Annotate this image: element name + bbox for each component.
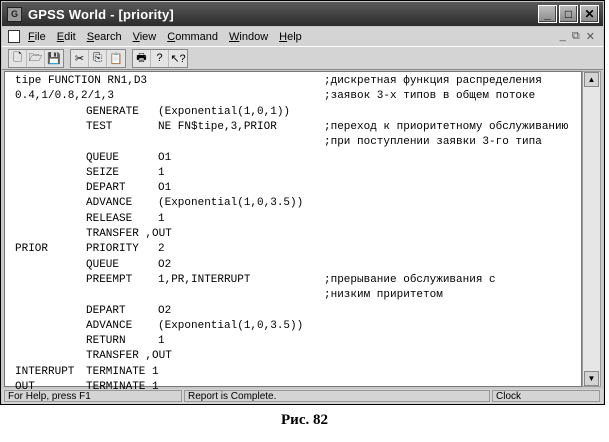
code-operands: NE FN$tipe,3,PRIOR	[158, 120, 277, 133]
document-icon[interactable]	[8, 30, 20, 43]
code-operands: O2	[158, 304, 172, 317]
code-operands: (Exponential(1,0,1))	[158, 105, 291, 118]
menu-bar: File Edit Search View Command Window Hel…	[2, 27, 603, 46]
status-report: Report is Complete.	[184, 390, 490, 402]
code-block: ADVANCE	[86, 319, 133, 332]
new-file-icon[interactable]: 🗋	[9, 49, 27, 67]
doc-restore-button[interactable]: ⧉	[572, 30, 580, 43]
help-icon[interactable]: ?	[151, 49, 169, 67]
gpss-app-icon[interactable]: G	[7, 6, 22, 22]
code-block: PRIORITY	[86, 243, 139, 256]
code-editor[interactable]: tipe FUNCTION RN1,D3 ;дискретная функция …	[4, 71, 582, 408]
title-bar[interactable]: G GPSS World - [priority] _ □ ✕	[2, 2, 603, 26]
status-help: For Help, press F1	[4, 390, 182, 402]
code-operands: O1	[158, 182, 172, 195]
code-block: GENERATE	[86, 105, 139, 118]
code-comment: ;заявок 3-х типов в общем потоке	[324, 90, 536, 103]
window-title: GPSS World - [priority]	[28, 6, 174, 22]
menu-window[interactable]: Window	[229, 31, 268, 43]
code-block: TRANSFER ,OUT	[86, 228, 172, 240]
code-comment: ;низким приритетом	[324, 289, 443, 302]
doc-close-button[interactable]: ✕	[586, 30, 595, 43]
code-operands: 1,PR,INTERRUPT	[158, 273, 251, 286]
code-block: SEIZE	[86, 166, 120, 179]
app-window: G GPSS World - [priority] _ □ ✕ File Edi…	[0, 0, 605, 408]
code-label: INTERRUPT	[15, 365, 75, 378]
scroll-down-icon[interactable]: ▼	[584, 371, 599, 386]
minimize-button[interactable]: _	[538, 5, 557, 23]
code-block: RETURN	[86, 335, 126, 348]
menu-edit[interactable]: Edit	[57, 31, 76, 43]
code-operands: (Exponential(1,0,3.5))	[158, 319, 304, 332]
code-comment: ;дискретная функция распределения	[324, 75, 542, 87]
status-bar: For Help, press F1 Report is Complete. C…	[2, 389, 603, 404]
code-block: DEPART	[86, 304, 126, 317]
code-label: PRIOR	[15, 243, 49, 256]
code-operands: 2	[158, 243, 165, 256]
code-operands: 1	[158, 335, 165, 348]
code-operands: O1	[158, 151, 172, 164]
code-block: ADVANCE	[86, 197, 133, 210]
scroll-up-icon[interactable]: ▲	[584, 72, 599, 87]
figure-caption: Рис. 82	[281, 412, 328, 428]
status-clock: Clock	[492, 390, 600, 402]
print-icon[interactable]: 🖶	[133, 49, 151, 67]
menu-command[interactable]: Command	[167, 31, 218, 43]
code-block: TRANSFER ,OUT	[86, 350, 172, 363]
menu-view[interactable]: View	[133, 31, 157, 43]
vertical-scrollbar[interactable]: ▲ ▼	[582, 71, 601, 387]
menu-help[interactable]: Help	[279, 31, 302, 43]
code-operands: 1	[158, 212, 165, 225]
code-label: tipe FUNCTION RN1,D3	[15, 75, 148, 87]
code-block: TEST	[86, 120, 113, 133]
code-comment: ;прерывание обслуживания с	[324, 273, 496, 286]
toolbar: 🗋 🗁 💾 ✂ ⎘ 📋 🖶 ? ↖?	[2, 46, 603, 70]
copy-icon[interactable]: ⎘	[89, 49, 107, 67]
menu-file[interactable]: File	[28, 31, 46, 43]
code-block: DEPART	[86, 182, 126, 195]
doc-minimize-button[interactable]: _	[560, 30, 566, 43]
code-block: TERMINATE 1	[86, 365, 159, 378]
code-operands: 1	[158, 166, 165, 179]
code-comment: ;переход к приоритетному обслуживанию	[324, 120, 569, 133]
code-block: QUEUE	[86, 151, 120, 164]
open-folder-icon[interactable]: 🗁	[27, 49, 45, 67]
save-icon[interactable]: 💾	[45, 50, 63, 67]
menu-search[interactable]: Search	[87, 31, 122, 43]
code-operands: (Exponential(1,0,3.5))	[158, 197, 304, 210]
code-comment: ;при поступлении заявки 3-го типа	[324, 136, 542, 149]
context-help-icon[interactable]: ↖?	[169, 50, 187, 67]
code-block: QUEUE	[86, 258, 120, 271]
maximize-button[interactable]: □	[559, 5, 578, 23]
code-label: 0.4,1/0.8,2/1,3	[15, 90, 115, 103]
code-block: RELEASE	[86, 212, 133, 225]
cut-icon[interactable]: ✂	[71, 49, 89, 67]
code-operands: O2	[158, 258, 172, 271]
close-button[interactable]: ✕	[580, 5, 599, 23]
code-block: PREEMPT	[86, 273, 133, 286]
paste-icon[interactable]: 📋	[107, 50, 125, 67]
